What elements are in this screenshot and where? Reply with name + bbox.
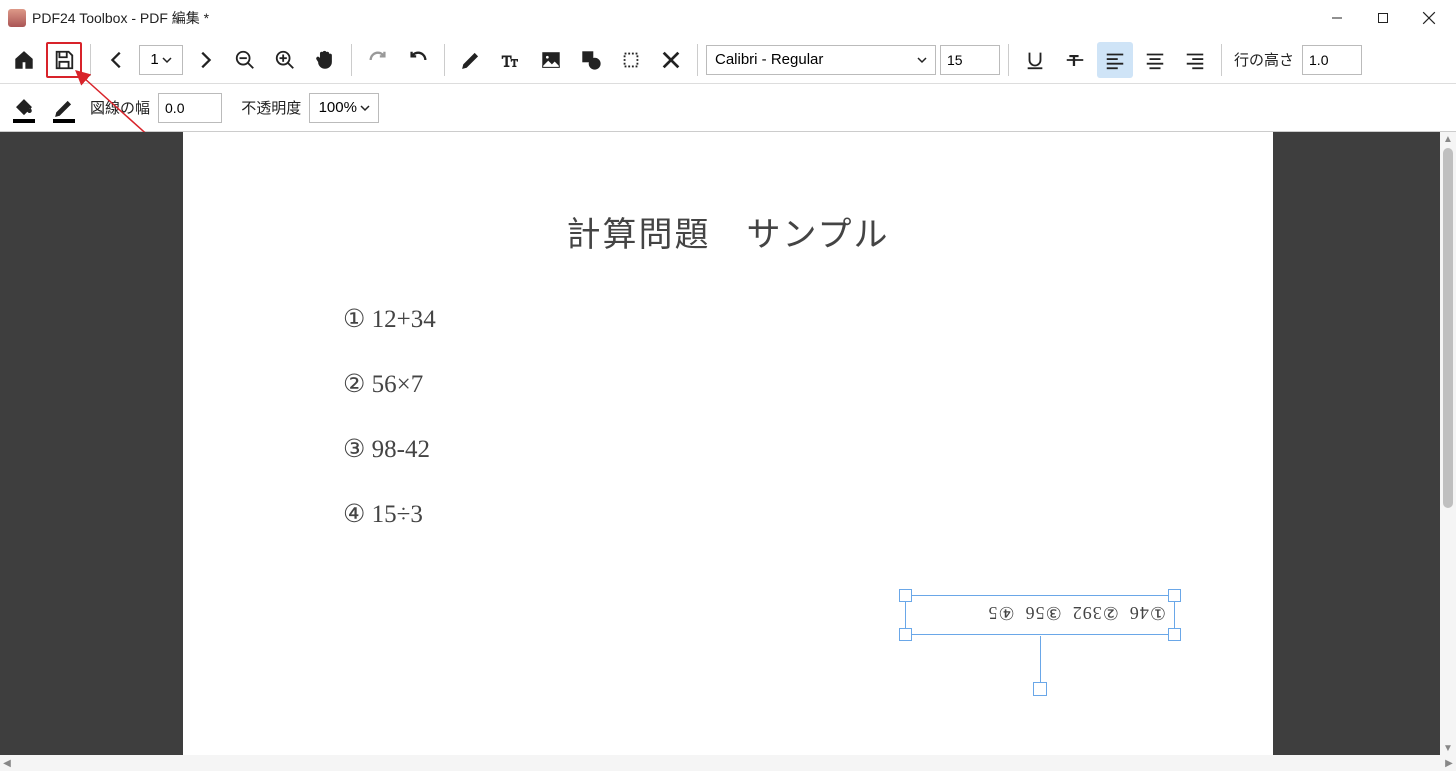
resize-handle[interactable] — [1168, 589, 1181, 602]
separator — [1221, 44, 1222, 76]
align-right-button[interactable] — [1177, 42, 1213, 78]
answer-item: ④5 — [987, 602, 1014, 623]
pan-tool-button[interactable] — [307, 42, 343, 78]
answer-item: ①46 — [1129, 602, 1166, 623]
draw-tool-button[interactable] — [453, 42, 489, 78]
vertical-scrollbar[interactable]: ▲ ▼ — [1440, 132, 1456, 755]
fill-color-button[interactable] — [6, 90, 42, 126]
answer-item: ③56 — [1025, 602, 1062, 623]
scroll-down-icon[interactable]: ▼ — [1443, 741, 1453, 755]
save-button[interactable] — [46, 42, 82, 78]
page-number-select[interactable]: 1 — [139, 45, 183, 75]
document-title: 計算問題 サンプル — [183, 207, 1273, 256]
image-tool-button[interactable] — [533, 42, 569, 78]
resize-handle[interactable] — [899, 589, 912, 602]
svg-text:T: T — [1070, 53, 1079, 69]
problems-list: ① 12+34 ② 56×7 ③ 98-42 ④ 15÷3 — [343, 307, 436, 567]
underline-button[interactable] — [1017, 42, 1053, 78]
font-name-value: Calibri - Regular — [715, 51, 823, 68]
strikethrough-button[interactable]: T — [1057, 42, 1093, 78]
separator — [351, 44, 352, 76]
line-height-input[interactable] — [1302, 45, 1362, 75]
horizontal-scrollbar[interactable]: ◀ ▶ — [0, 755, 1456, 771]
resize-handle[interactable] — [899, 628, 912, 641]
main-toolbar: 1 TT Calibri - Regular T 行の高さ — [0, 36, 1456, 84]
window-title: PDF24 Toolbox - PDF 編集 * — [32, 8, 1314, 28]
scroll-right-icon[interactable]: ▶ — [1442, 758, 1456, 769]
pdf-page[interactable]: 計算問題 サンプル ① 12+34 ② 56×7 ③ 98-42 ④ 15÷3 … — [183, 132, 1273, 755]
stroke-color-button[interactable] — [46, 90, 82, 126]
align-left-button[interactable] — [1097, 42, 1133, 78]
crop-tool-button[interactable] — [613, 42, 649, 78]
selected-text-box[interactable]: ①46 ②392 ③56 ④5 — [905, 595, 1175, 635]
problem-item: ② 56×7 — [343, 372, 436, 397]
redo-button[interactable] — [360, 42, 396, 78]
undo-button[interactable] — [400, 42, 436, 78]
next-page-button[interactable] — [187, 42, 223, 78]
opacity-label: 不透明度 — [237, 97, 305, 118]
problem-item: ① 12+34 — [343, 307, 436, 332]
text-tool-button[interactable]: TT — [493, 42, 529, 78]
scroll-left-icon[interactable]: ◀ — [0, 758, 14, 769]
align-center-button[interactable] — [1137, 42, 1173, 78]
separator — [90, 44, 91, 76]
page-number-value: 1 — [150, 51, 158, 68]
canvas-area[interactable]: 計算問題 サンプル ① 12+34 ② 56×7 ③ 98-42 ④ 15÷3 … — [0, 132, 1456, 755]
problem-item: ③ 98-42 — [343, 437, 436, 462]
rotated-answers-text: ①46 ②392 ③56 ④5 — [906, 596, 1174, 629]
close-button[interactable] — [1406, 2, 1452, 34]
opacity-value: 100% — [319, 99, 357, 116]
maximize-button[interactable] — [1360, 2, 1406, 34]
delete-tool-button[interactable] — [653, 42, 689, 78]
problem-item: ④ 15÷3 — [343, 502, 436, 527]
separator — [444, 44, 445, 76]
scroll-up-icon[interactable]: ▲ — [1443, 132, 1453, 146]
secondary-toolbar: 図線の幅 不透明度 100% — [0, 84, 1456, 132]
resize-handle[interactable] — [1168, 628, 1181, 641]
scroll-thumb[interactable] — [1443, 148, 1453, 508]
rotation-line — [1040, 636, 1041, 684]
zoom-out-button[interactable] — [227, 42, 263, 78]
font-size-input[interactable] — [940, 45, 1000, 75]
zoom-in-button[interactable] — [267, 42, 303, 78]
window-controls — [1314, 2, 1452, 34]
shape-tool-button[interactable] — [573, 42, 609, 78]
titlebar: PDF24 Toolbox - PDF 編集 * — [0, 0, 1456, 36]
prev-page-button[interactable] — [99, 42, 135, 78]
font-select[interactable]: Calibri - Regular — [706, 45, 936, 75]
svg-text:T: T — [511, 57, 518, 69]
opacity-select[interactable]: 100% — [309, 93, 379, 123]
app-icon — [8, 9, 26, 27]
rotation-handle[interactable] — [1033, 682, 1047, 696]
minimize-button[interactable] — [1314, 2, 1360, 34]
line-width-input[interactable] — [158, 93, 222, 123]
line-height-label: 行の高さ — [1230, 49, 1298, 70]
separator — [1008, 44, 1009, 76]
separator — [697, 44, 698, 76]
home-button[interactable] — [6, 42, 42, 78]
answer-item: ②392 — [1072, 602, 1119, 623]
line-width-label: 図線の幅 — [86, 97, 154, 118]
